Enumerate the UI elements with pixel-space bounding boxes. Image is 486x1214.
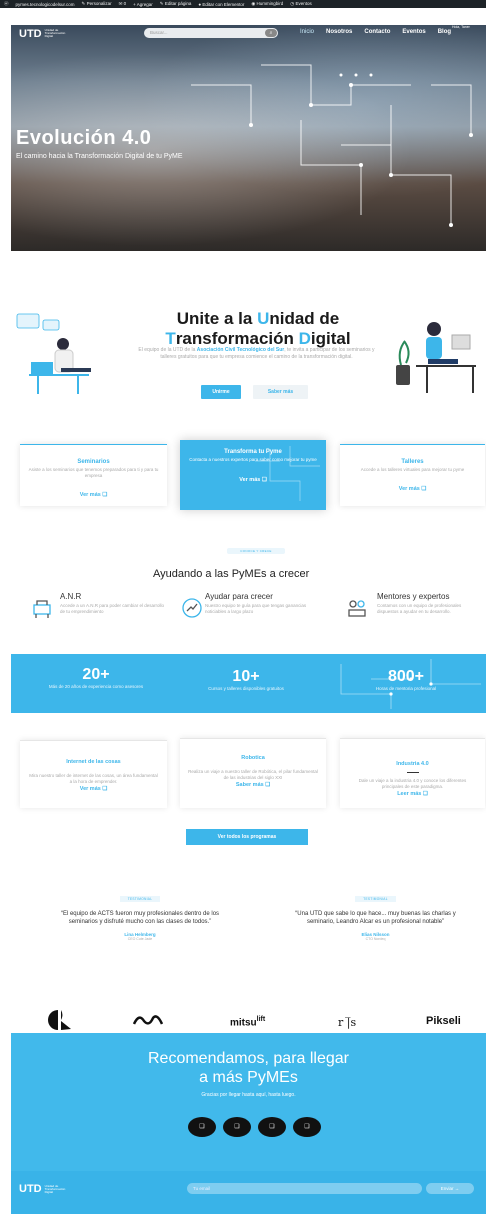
- card-talleres[interactable]: Talleres Accede a los talleres virtuales…: [340, 444, 485, 506]
- social-icon-1[interactable]: ❑: [188, 1117, 216, 1137]
- partner-logos: mitsulift r |̅s Pikseli: [0, 1005, 486, 1033]
- feature-mentors: Mentores y expertos Contamos con un equi…: [377, 592, 462, 615]
- partner-logo-c: [48, 1010, 71, 1030]
- program-iot-link[interactable]: Ver más ❑: [20, 786, 167, 792]
- unite-heading: Unite a la Unidad de Transformación Digi…: [165, 309, 351, 348]
- testimonial-2: TESTIMONIAL “Una UTD que sabe lo que hac…: [295, 896, 456, 941]
- cta-subtitle: Gracias por llegar hasta aquí, hasta lue…: [201, 1092, 296, 1098]
- stat-hours: 800+ Horas de mentoria profesional: [375, 668, 437, 691]
- newsletter-email-input[interactable]: Tu email: [187, 1183, 422, 1194]
- card-transforma-link[interactable]: Ver más ❑: [180, 477, 326, 483]
- newsletter-send-button[interactable]: Enviar →: [426, 1183, 474, 1194]
- stat-years: 20+ Más de 20 años de experiencia como a…: [48, 666, 144, 689]
- nav-item-eventos[interactable]: Eventos: [402, 29, 425, 35]
- admin-site-link[interactable]: pymes.tecnologicodelsur.com: [16, 2, 75, 7]
- card-seminarios-link[interactable]: Ver más ❑: [20, 492, 167, 498]
- card-seminarios[interactable]: Seminarios Asiste a los seminarios que t…: [20, 444, 167, 506]
- card-transforma[interactable]: Transforma tu Pyme Contacta a nuestros e…: [180, 440, 326, 510]
- admin-customize-link[interactable]: ✎ Personalizar: [82, 1, 112, 7]
- card-talleres-link[interactable]: Ver más ❑: [340, 486, 485, 492]
- nav-item-nosotros[interactable]: Nosotros: [326, 29, 352, 35]
- join-button[interactable]: Unirme: [201, 385, 241, 399]
- site-logo[interactable]: UTD Unidad de Transformación Digital: [19, 28, 67, 40]
- footer: UTD Unidad de Transformación Digital Tu e…: [11, 1171, 486, 1214]
- search-icon[interactable]: ⌕: [265, 29, 277, 37]
- woman-laptop-illustration: [16, 313, 91, 394]
- growth-icon: [182, 598, 202, 618]
- program-robotica-link[interactable]: Saber más ❑: [180, 782, 326, 788]
- help-heading: Ayudando a las PyMEs a crecer: [153, 568, 310, 580]
- cta-banner: Recomendamos, para llegar a más PyMEs Gra…: [11, 1033, 486, 1171]
- mentor-icon: [348, 600, 366, 617]
- stats-band: 20+ Más de 20 años de experiencia como a…: [11, 654, 486, 713]
- divider: [406, 772, 419, 773]
- nav-item-contacto[interactable]: Contacto: [364, 29, 390, 35]
- partner-logo-wave: [133, 1015, 163, 1025]
- hero-title: Evolución 4.0: [16, 127, 152, 149]
- admin-new-link[interactable]: + Agregar: [133, 2, 153, 7]
- feature-grow: Ayudar para crecer Nuestro equipo te guí…: [205, 592, 307, 615]
- grant-icon: [33, 600, 51, 618]
- top-navbar: UTD Unidad de Transformación Digital Busc…: [11, 25, 486, 42]
- user-greeting[interactable]: Hola, Taner: [452, 25, 470, 29]
- all-programs-button[interactable]: Ver todos los programas: [186, 829, 308, 845]
- program-iot[interactable]: Internet de las cosas Mira nuestro talle…: [20, 740, 167, 808]
- admin-hummingbird-link[interactable]: ◉ Hummingbird: [251, 1, 283, 7]
- partner-logo-pikseli: Pikseli: [426, 1015, 461, 1027]
- program-industria-link[interactable]: Leer más ❑: [340, 791, 485, 797]
- admin-bar: ⓦ pymes.tecnologicodelsur.com ✎ Personal…: [0, 0, 486, 8]
- nav-item-inicio[interactable]: Inicio: [300, 29, 314, 35]
- cta-title: Recomendamos, para llegar a más PyMEs: [148, 1050, 349, 1086]
- search-input[interactable]: Buscar... ⌕: [144, 28, 278, 38]
- testimonial-1: TESTIMONIAL “El equipo de ACTS fueron mu…: [60, 896, 220, 941]
- admin-comments-link[interactable]: ✉ 0: [119, 1, 127, 7]
- nav-item-blog[interactable]: Blog: [438, 29, 451, 35]
- section-pill: CONOCE Y CRECE: [227, 548, 285, 554]
- wordpress-icon[interactable]: ⓦ: [4, 1, 9, 7]
- social-icon-4[interactable]: ❑: [293, 1117, 321, 1137]
- feature-anr: A.N.R Accede a un A.N.R para poder cambi…: [60, 592, 165, 615]
- partner-logo-rs: r |̅s: [338, 1016, 357, 1029]
- learn-more-button[interactable]: Saber más: [253, 385, 308, 399]
- hero-subtitle: El camino hacia la Transformación Digita…: [16, 153, 183, 160]
- program-robotica[interactable]: Robotica Realiza un viaje a nuestro tall…: [180, 738, 326, 808]
- program-industria[interactable]: Industria 4.0 Dale un viaje a la industr…: [340, 738, 485, 808]
- partner-logo-mitsu: mitsulift: [230, 1016, 266, 1029]
- admin-events-link[interactable]: ◷ Eventos: [290, 1, 311, 7]
- social-icon-2[interactable]: ❑: [223, 1117, 251, 1137]
- footer-logo[interactable]: UTD Unidad de Transformación Digital: [19, 1183, 67, 1195]
- admin-edit-link[interactable]: ✎ Editar página: [160, 1, 192, 7]
- woman-desk-illustration: [396, 322, 476, 393]
- social-icon-3[interactable]: ❑: [258, 1117, 286, 1137]
- unite-intro: El equipo de la UTD de la Asociación Civ…: [138, 347, 375, 360]
- stat-courses: 10+ Cursos y talleres disponibles gratui…: [208, 668, 284, 691]
- admin-elementor-link[interactable]: ● Editar con Elementor: [198, 2, 244, 7]
- main-menu: Inicio Nosotros Contacto Eventos Blog: [300, 29, 451, 35]
